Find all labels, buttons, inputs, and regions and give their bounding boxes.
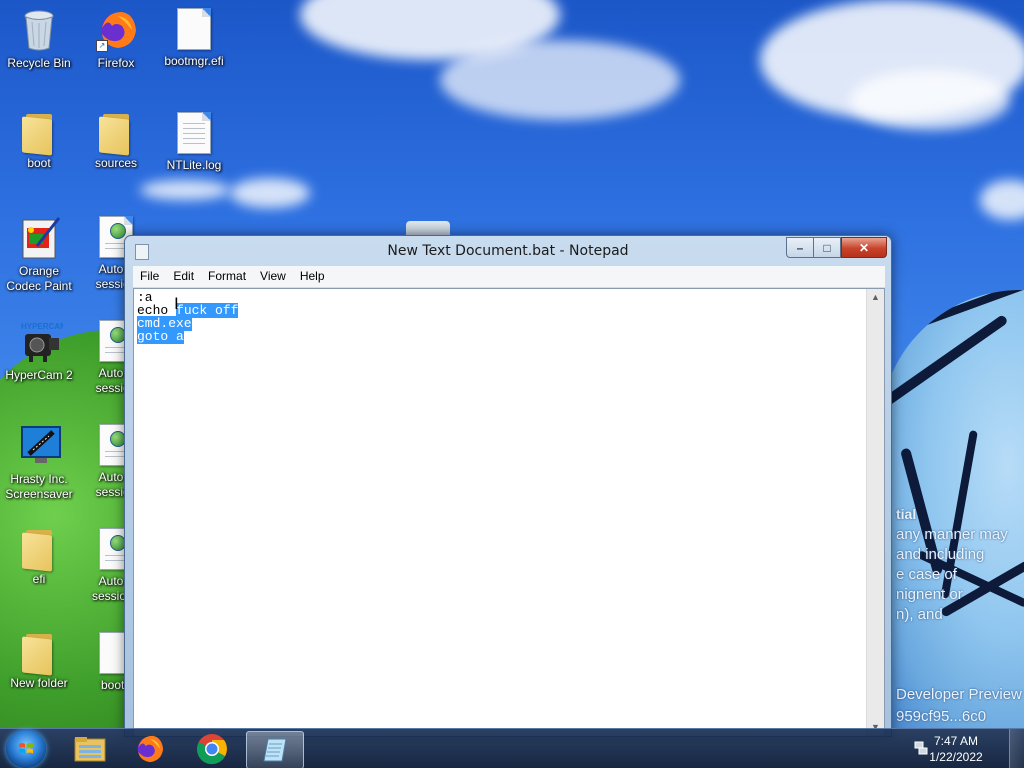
watermark-text: nignent or: [896, 586, 963, 603]
desktop-icon-label: Orange Codec Paint: [6, 264, 72, 293]
text-file-icon: [177, 112, 211, 154]
title-bar[interactable]: New Text Document.bat - Notepad – □ ✕: [125, 236, 891, 266]
clock-date: 1/22/2022: [929, 750, 983, 764]
orange-codec-paint-icon: [19, 216, 61, 260]
desktop-icon-label: boot: [27, 156, 51, 170]
scroll-up-icon[interactable]: ▲: [867, 289, 884, 306]
cloud: [230, 178, 310, 208]
watermark-text: e case of: [896, 566, 957, 583]
watermark-text: any manner may: [896, 526, 1008, 543]
menu-file[interactable]: File: [133, 266, 166, 287]
text-selected: goto a: [137, 329, 184, 344]
text-line: echo fuck off: [137, 303, 864, 318]
desktop-icon-label: Recycle Bin: [7, 56, 71, 70]
desktop-icon-label: Firefox: [97, 56, 135, 70]
desktop-icon-sources-folder[interactable]: sources: [78, 112, 154, 171]
editor-text[interactable]: :a echo fuck off cmd.exe goto a: [137, 291, 864, 344]
maximize-button[interactable]: □: [813, 237, 841, 258]
minimize-button[interactable]: –: [786, 237, 813, 258]
desktop-icon-label: NTLite.log: [166, 158, 222, 172]
desktop-icon-label: efi: [32, 572, 46, 586]
file-explorer-icon: [74, 737, 106, 762]
desktop-icon-label: sources: [94, 156, 138, 170]
desktop-icon-boot-folder[interactable]: boot: [1, 112, 77, 171]
close-button[interactable]: ✕: [841, 237, 887, 258]
start-button[interactable]: [6, 730, 46, 768]
text-editor[interactable]: :a echo fuck off cmd.exe goto a ▲ ▼: [133, 288, 885, 736]
text-cursor-icon: I: [174, 294, 179, 313]
folder-icon: [22, 632, 56, 676]
show-desktop-button[interactable]: [1009, 729, 1024, 768]
text-line: :a: [137, 291, 864, 304]
recycle-bin-icon: [19, 8, 59, 52]
desktop-icon-label: HyperCam 2: [5, 368, 73, 382]
watermark-text: and including: [896, 546, 985, 563]
watermark-text: 959cf95...6c0: [896, 708, 987, 725]
hypercam-icon: HYPERCAM: [19, 320, 67, 364]
cloud: [850, 70, 1010, 130]
menu-bar: File Edit Format View Help: [133, 266, 885, 288]
notepad-window[interactable]: New Text Document.bat - Notepad – □ ✕ Fi…: [124, 235, 892, 737]
menu-edit[interactable]: Edit: [166, 266, 201, 287]
firefox-icon: ↗: [96, 8, 136, 52]
taskbar-chrome[interactable]: [184, 731, 240, 767]
system-clock[interactable]: 7:47 AM 1/22/2022: [916, 733, 996, 765]
svg-text:HYPERCAM: HYPERCAM: [21, 322, 63, 331]
desktop-icon-hrasty-screensaver[interactable]: Hrasty Inc. Screensaver: [1, 424, 77, 502]
folder-icon: [22, 528, 56, 572]
folder-icon: [99, 112, 133, 156]
firefox-icon: [137, 735, 164, 763]
file-icon: [177, 8, 211, 50]
desktop-icon-label: Hrasty Inc. Screensaver: [5, 472, 73, 501]
desktop-icon-ntlite-log[interactable]: NTLite.log: [156, 112, 232, 173]
desktop-icon-recycle-bin[interactable]: Recycle Bin: [1, 8, 77, 71]
desktop-icon-firefox[interactable]: ↗ Firefox: [78, 8, 154, 71]
desktop-icon-label: New folder: [10, 676, 68, 690]
window-controls: – □ ✕: [786, 237, 887, 258]
clock-time: 7:47 AM: [933, 734, 979, 748]
chrome-icon: [197, 734, 227, 765]
menu-view[interactable]: View: [253, 266, 293, 287]
taskbar-firefox[interactable]: [122, 731, 178, 767]
menu-help[interactable]: Help: [293, 266, 332, 287]
desktop-icon-efi-folder[interactable]: efi: [1, 528, 77, 587]
desktop-icon-bootmgr[interactable]: bootmgr.efi: [156, 8, 232, 69]
taskbar: 7:47 AM 1/22/2022: [0, 728, 1024, 768]
taskbar-file-explorer[interactable]: [62, 731, 118, 767]
windows-logo-icon: [19, 743, 33, 754]
desktop-icon-new-folder[interactable]: New folder: [1, 632, 77, 691]
watermark-text: tial: [896, 506, 917, 522]
desktop-icon-label: bootmgr.efi: [164, 54, 224, 68]
cloud: [980, 180, 1024, 220]
cloud: [440, 40, 680, 120]
notepad-icon: [263, 738, 287, 762]
desktop-icon-hypercam[interactable]: HYPERCAM HyperCam 2: [1, 320, 77, 383]
watermark-text: n), and: [896, 606, 943, 623]
taskbar-notepad[interactable]: [246, 731, 304, 768]
cloud: [140, 180, 230, 200]
vertical-scrollbar[interactable]: ▲ ▼: [866, 289, 884, 736]
text-line: cmd.exe: [137, 316, 864, 331]
text-line: goto a: [137, 329, 864, 344]
watermark-text: Developer Preview: [896, 686, 1022, 703]
screensaver-icon: [19, 424, 61, 468]
desktop-icon-orange-codec-paint[interactable]: Orange Codec Paint: [1, 216, 77, 294]
window-title: New Text Document.bat - Notepad: [387, 243, 629, 259]
menu-format[interactable]: Format: [201, 266, 253, 287]
folder-icon: [22, 112, 56, 156]
